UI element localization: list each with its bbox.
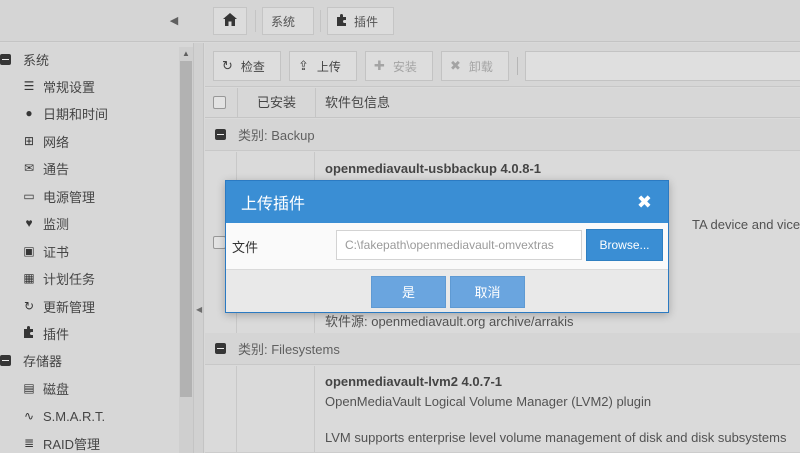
- dialog-title: 上传插件: [241, 196, 306, 213]
- dialog-body: 文件 C:\fakepath\openmediavault-omvextras …: [226, 223, 668, 269]
- cancel-button[interactable]: 取消: [450, 276, 525, 308]
- dialog-footer: 是 取消: [226, 269, 668, 312]
- file-path-field[interactable]: C:\fakepath\openmediavault-omvextras: [336, 230, 582, 260]
- dialog-header: 上传插件 ✖: [226, 181, 668, 223]
- file-label: 文件: [232, 240, 259, 255]
- confirm-button[interactable]: 是: [371, 276, 446, 308]
- upload-plugin-dialog: 上传插件 ✖ 文件 C:\fakepath\openmediavault-omv…: [225, 180, 669, 313]
- close-icon[interactable]: ✖: [637, 192, 652, 212]
- browse-button[interactable]: Browse...: [586, 229, 663, 261]
